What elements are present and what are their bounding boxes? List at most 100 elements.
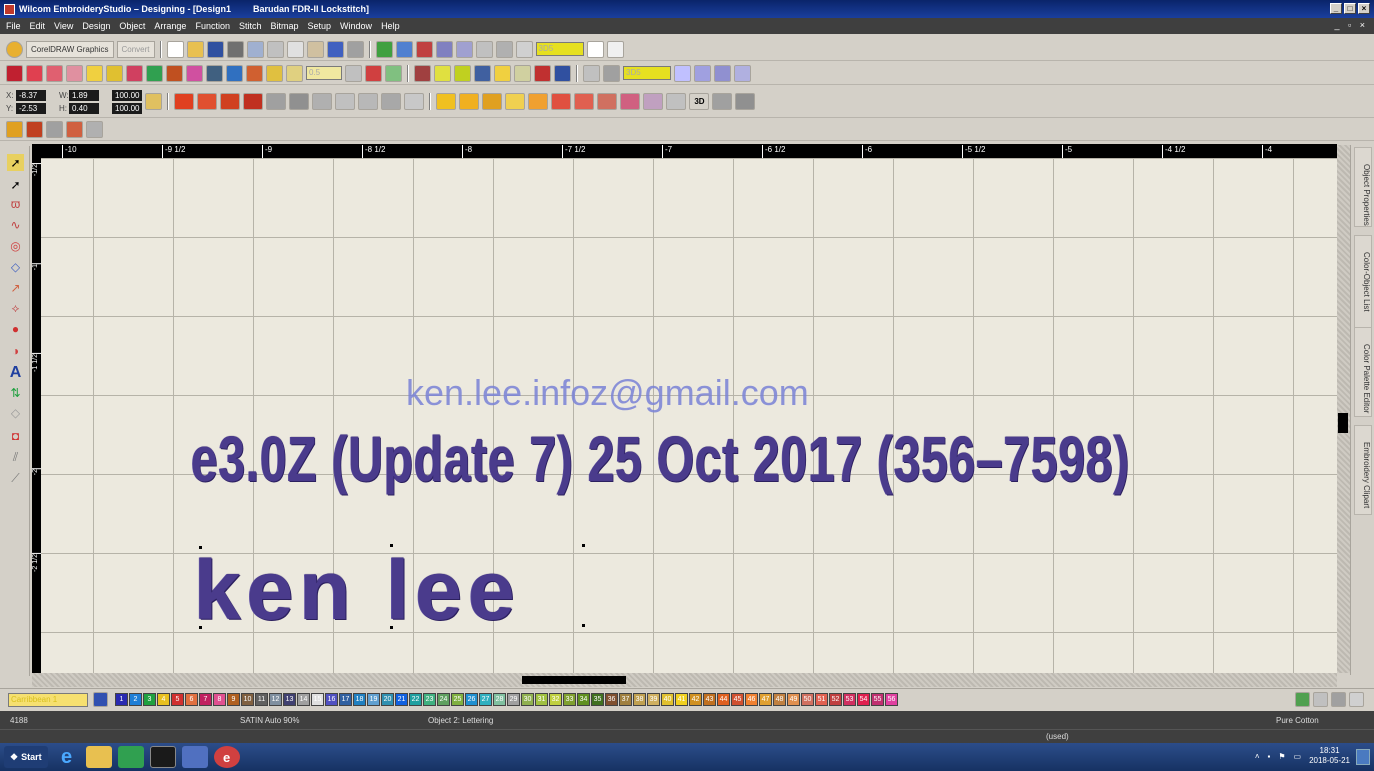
- color-swatch[interactable]: 1: [115, 693, 128, 706]
- clock[interactable]: 18:31 2018-05-21: [1309, 746, 1350, 766]
- unlock-icon[interactable]: [495, 40, 513, 58]
- pen-icon[interactable]: [1349, 692, 1364, 707]
- asap-icon[interactable]: [117, 746, 144, 768]
- group-icon[interactable]: [435, 40, 453, 58]
- selection-handle[interactable]: [390, 544, 393, 547]
- zoom-box-icon[interactable]: [714, 64, 731, 82]
- color-swatch[interactable]: 42: [689, 693, 702, 706]
- docker-tab-color-palette-editor[interactable]: Color Palette Editor: [1354, 327, 1372, 417]
- document-window-controls[interactable]: _ ▫ ×: [1335, 20, 1368, 30]
- highlighted-tool-icon[interactable]: [454, 64, 471, 82]
- selection-handle[interactable]: [390, 626, 393, 629]
- knife-icon[interactable]: ϖ: [7, 195, 24, 212]
- shape-tool-icon[interactable]: ◇: [7, 258, 24, 275]
- color-swatch[interactable]: 27: [479, 693, 492, 706]
- color-swatch[interactable]: 5: [171, 693, 184, 706]
- menu-file[interactable]: File: [6, 21, 21, 31]
- lettering-icon[interactable]: [551, 93, 572, 110]
- zoom-fit-icon[interactable]: [734, 64, 751, 82]
- color-swatch[interactable]: 11: [255, 693, 268, 706]
- color-swatch[interactable]: 54: [857, 693, 870, 706]
- coreldraw-graphics-button[interactable]: CorelDRAW Graphics: [26, 40, 114, 58]
- satin-special-icon[interactable]: [197, 93, 218, 110]
- satin-stitch-icon[interactable]: [174, 93, 195, 110]
- color-swatch[interactable]: 7: [199, 693, 212, 706]
- menu-object[interactable]: Object: [119, 21, 145, 31]
- color-swatch[interactable]: 28: [493, 693, 506, 706]
- chenille-icon[interactable]: [643, 93, 664, 110]
- open-folder-icon[interactable]: [186, 40, 204, 58]
- menu-edit[interactable]: Edit: [30, 21, 46, 31]
- underlay-icon[interactable]: [459, 93, 480, 110]
- spiral-icon[interactable]: ◑: [7, 342, 24, 359]
- color-swatch[interactable]: 31: [535, 693, 548, 706]
- color-swatch[interactable]: 14: [297, 693, 310, 706]
- menu-stitch[interactable]: Stitch: [239, 21, 262, 31]
- color-swatch[interactable]: 55: [871, 693, 884, 706]
- fancy-fill-icon[interactable]: [335, 93, 356, 110]
- grid-toggle-icon[interactable]: [606, 40, 624, 58]
- thread-chart-combo[interactable]: Carribbean 1: [8, 692, 88, 707]
- monogram-icon[interactable]: [246, 64, 263, 82]
- copy-icon[interactable]: [286, 40, 304, 58]
- stemstitch-icon[interactable]: [106, 64, 123, 82]
- column-b-icon[interactable]: [26, 64, 43, 82]
- percent-icon[interactable]: [586, 40, 604, 58]
- width-field[interactable]: 1.89: [69, 89, 99, 101]
- color-swatch[interactable]: 43: [703, 693, 716, 706]
- color-swatch[interactable]: 36: [605, 693, 618, 706]
- monogram-tool-icon[interactable]: ⇅: [7, 384, 24, 401]
- file-explorer-icon[interactable]: [85, 746, 112, 768]
- effect-2-icon[interactable]: [26, 121, 43, 138]
- color-swatch[interactable]: 3: [143, 693, 156, 706]
- horizontal-scroll-thumb[interactable]: [522, 676, 626, 684]
- minimize-button[interactable]: _: [1330, 3, 1342, 14]
- tatami-icon[interactable]: [266, 93, 287, 110]
- measure-icon[interactable]: [583, 64, 600, 82]
- cut-icon[interactable]: [266, 40, 284, 58]
- auto-jump-icon[interactable]: [528, 93, 549, 110]
- add-color-icon[interactable]: [1295, 692, 1310, 707]
- sharp-tool-icon[interactable]: ⟡: [7, 300, 24, 317]
- y-position-field[interactable]: -2.53: [16, 102, 46, 114]
- color-swatch[interactable]: 52: [829, 693, 842, 706]
- color-swatch[interactable]: 6: [185, 693, 198, 706]
- color-swatch[interactable]: 13: [283, 693, 296, 706]
- color-swatch[interactable]: 16: [325, 693, 338, 706]
- print-icon[interactable]: [226, 40, 244, 58]
- maximize-button[interactable]: □: [1344, 3, 1356, 14]
- color-swatch[interactable]: 23: [423, 693, 436, 706]
- x-position-field[interactable]: -8.37: [16, 89, 46, 101]
- turning-icon[interactable]: [166, 64, 183, 82]
- measure-tool-icon[interactable]: ⟋: [7, 470, 24, 487]
- palette-options-icon[interactable]: [93, 692, 108, 707]
- color-swatch[interactable]: 25: [451, 693, 464, 706]
- trapunto-icon[interactable]: [735, 93, 756, 110]
- color-swatch[interactable]: 40: [661, 693, 674, 706]
- network-icon[interactable]: ▪: [1268, 752, 1271, 761]
- zoom-in-icon[interactable]: [674, 64, 691, 82]
- auto-digitize-icon[interactable]: [365, 64, 382, 82]
- color-swatch[interactable]: 48: [773, 693, 786, 706]
- color-swatch[interactable]: 47: [759, 693, 772, 706]
- monogram-lettering-icon[interactable]: [620, 93, 641, 110]
- color-swatch[interactable]: 10: [241, 693, 254, 706]
- effect-1-icon[interactable]: [6, 121, 23, 138]
- stitch-angle-icon[interactable]: ◘: [7, 427, 24, 444]
- complex-fill-icon[interactable]: [46, 64, 63, 82]
- stump-work-icon[interactable]: [712, 93, 733, 110]
- menu-setup[interactable]: Setup: [308, 21, 332, 31]
- command-prompt-icon[interactable]: [149, 746, 176, 768]
- redo-icon[interactable]: [346, 40, 364, 58]
- contour-icon[interactable]: [312, 93, 333, 110]
- paste-icon[interactable]: [306, 40, 324, 58]
- lettering-object-version[interactable]: e3.0Z (Update 7) 25 Oct 2017 (356–7598): [191, 422, 1131, 496]
- branching-icon[interactable]: [434, 64, 451, 82]
- frame-icon[interactable]: [554, 64, 571, 82]
- close-button[interactable]: ×: [1358, 3, 1370, 14]
- docker-tab-embroidery-clipart[interactable]: Embroidery Clipart: [1354, 425, 1372, 515]
- stitch-angle-line-icon[interactable]: ⫽: [7, 449, 24, 466]
- zoom-out-icon[interactable]: [694, 64, 711, 82]
- ellipse-icon[interactable]: [226, 64, 243, 82]
- pull-comp-icon[interactable]: [482, 93, 503, 110]
